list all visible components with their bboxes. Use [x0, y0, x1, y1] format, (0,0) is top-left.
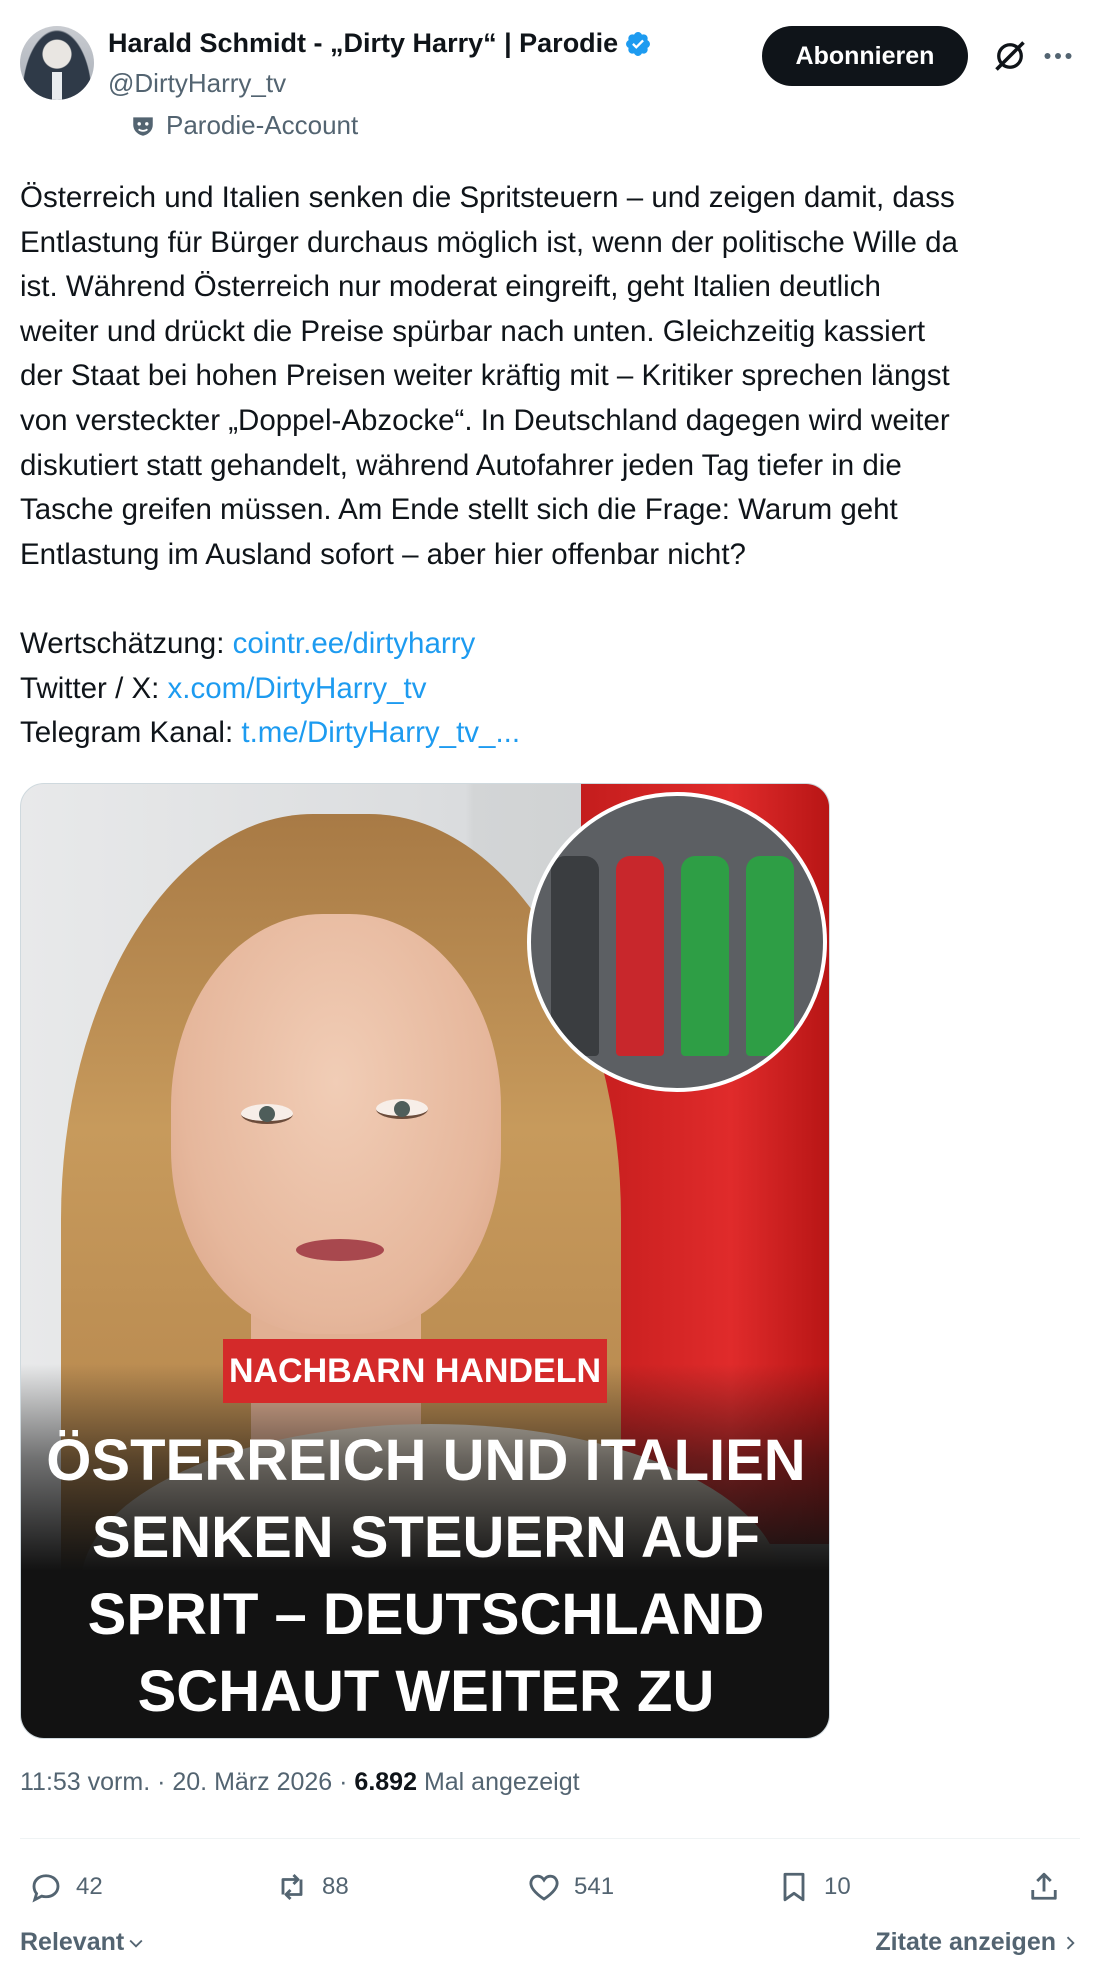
action-bar: 42 88 541 10	[20, 1862, 1080, 1912]
view-quotes-label: Zitate anzeigen	[875, 1928, 1056, 1956]
chevron-down-icon	[129, 1939, 143, 1948]
portrait-eye	[376, 1099, 428, 1119]
portrait-lips	[296, 1239, 384, 1261]
reply-count: 42	[76, 1873, 103, 1900]
subscribe-button[interactable]: Abonnieren	[762, 26, 968, 86]
chevron-right-icon	[1066, 1936, 1075, 1949]
tweet-time[interactable]: 11:53 vorm.	[20, 1768, 150, 1796]
views-suffix: Mal angezeigt	[423, 1768, 580, 1796]
link-line-twitter: Twitter / X: x.com/DirtyHarry_tv	[20, 667, 1080, 712]
like-count: 541	[574, 1873, 615, 1900]
sort-replies-dropdown[interactable]: Relevant	[20, 1928, 146, 1957]
share-icon	[1031, 1872, 1057, 1900]
tweet-image[interactable]: NACHBARN HANDELN ÖSTERREICH UND ITALIEN …	[20, 783, 830, 1739]
parody-mask-icon	[133, 116, 153, 136]
link-prefix: Twitter / X:	[20, 671, 168, 705]
heart-icon	[529, 1874, 559, 1901]
tweet-line: Entlastung im Ausland sofort – aber hier…	[20, 537, 746, 571]
verified-badge-icon[interactable]	[624, 30, 652, 58]
image-banner: NACHBARN HANDELN	[223, 1339, 607, 1403]
link-line-telegram: Telegram Kanal: t.me/DirtyHarry_tv_...	[20, 711, 1080, 756]
tweet-line: weiter und drückt die Preise spürbar nac…	[20, 314, 926, 348]
tweet-line: diskutiert statt gehandelt, während Auto…	[20, 448, 902, 482]
author-name-row[interactable]: Harald Schmidt - „Dirty Harry“ | Parodie	[108, 28, 652, 59]
bookmark-button[interactable]: 10	[776, 1862, 851, 1912]
tweet-date[interactable]: 20. März 2026	[172, 1768, 332, 1796]
more-options-icon[interactable]	[1040, 38, 1076, 74]
fuel-pumps-inset	[527, 792, 827, 1092]
telegram-link[interactable]: t.me/DirtyHarry_tv_...	[241, 716, 520, 749]
repost-icon	[281, 1873, 303, 1901]
headline-line: SCHAUT WEITER ZU	[137, 1659, 715, 1724]
view-count: 6.892	[354, 1768, 417, 1796]
tweet-text: Österreich und Italien senken die Sprits…	[20, 176, 1080, 756]
author-display-name[interactable]: Harald Schmidt - „Dirty Harry“ | Parodie	[108, 28, 618, 59]
headline-line: SPRIT – DEUTSCHLAND	[87, 1582, 765, 1647]
bookmark-count: 10	[824, 1873, 851, 1900]
tweet-line: der Staat bei hohen Preisen weiter kräft…	[20, 359, 950, 393]
bookmark-icon	[783, 1872, 805, 1902]
author-handle[interactable]: @DirtyHarry_tv	[108, 68, 286, 99]
repost-count: 88	[322, 1873, 349, 1900]
tweet-header: Harald Schmidt - „Dirty Harry“ | Parodie…	[20, 24, 1080, 144]
view-quotes-link[interactable]: Zitate anzeigen	[875, 1928, 1080, 1957]
headline-line: ÖSTERREICH UND ITALIEN	[46, 1428, 806, 1493]
link-prefix: Wertschätzung:	[20, 626, 233, 660]
cointree-link[interactable]: cointr.ee/dirtyharry	[233, 627, 476, 660]
parody-account-label: Parodie-Account	[166, 110, 359, 140]
portrait-face	[171, 914, 501, 1334]
divider	[20, 1838, 1080, 1839]
like-button[interactable]: 541	[526, 1862, 614, 1912]
tweet-meta: 11:53 vorm. · 20. März 2026 · 6.892 Mal …	[20, 1768, 580, 1796]
reply-button[interactable]: 42	[28, 1862, 103, 1912]
tweet-line: ist. Während Österreich nur moderat eing…	[20, 270, 881, 304]
link-prefix: Telegram Kanal:	[20, 716, 242, 750]
tweet-line: von versteckter „Doppel-Abzocke“. In Deu…	[20, 403, 950, 437]
headline-line: SENKEN STEUERN AUF	[91, 1505, 761, 1570]
tweet-line: Tasche greifen müssen. Am Ende stellt si…	[20, 493, 898, 527]
image-headline: ÖSTERREICH UND ITALIEN SENKEN STEUERN AU…	[21, 1422, 829, 1730]
grok-icon[interactable]	[992, 38, 1028, 74]
x-profile-link[interactable]: x.com/DirtyHarry_tv	[168, 672, 427, 705]
avatar[interactable]	[20, 26, 94, 100]
portrait-eye	[241, 1104, 293, 1124]
sort-label: Relevant	[20, 1928, 125, 1956]
repost-button[interactable]: 88	[274, 1862, 349, 1912]
reply-icon	[32, 1874, 60, 1903]
share-button[interactable]	[1026, 1862, 1062, 1912]
parody-label-row: Parodie-Account	[130, 110, 358, 141]
tweet-line: Entlastung für Bürger durchaus möglich i…	[20, 225, 958, 259]
link-line-wertschaetzung: Wertschätzung: cointr.ee/dirtyharry	[20, 622, 1080, 667]
tweet-line: Österreich und Italien senken die Sprits…	[20, 181, 955, 214]
